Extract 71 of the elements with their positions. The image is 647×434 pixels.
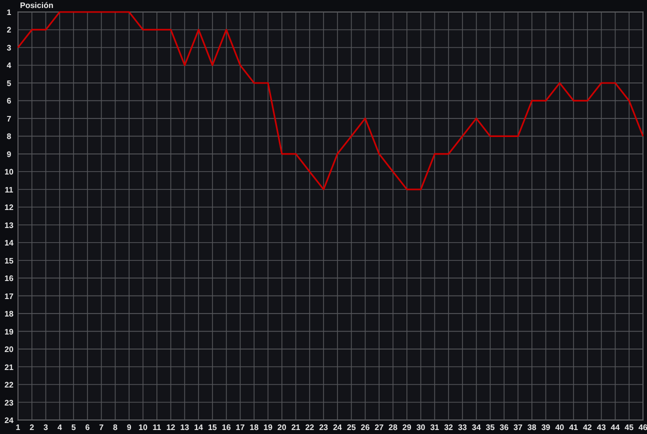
x-tick-label: 29 <box>402 423 412 432</box>
y-tick-label: 19 <box>4 327 14 336</box>
x-tick-label: 33 <box>458 423 467 432</box>
x-tick-label: 20 <box>277 423 286 432</box>
x-tick-label: 13 <box>180 423 190 432</box>
x-tick-label: 7 <box>99 423 104 432</box>
y-tick-label: 12 <box>4 203 14 212</box>
y-tick-label: 21 <box>4 362 14 372</box>
x-tick-label: 43 <box>596 423 606 432</box>
x-tick-label: 45 <box>624 423 634 432</box>
x-tick-label: 34 <box>472 423 481 432</box>
y-tick-label: 9 <box>6 150 12 159</box>
x-tick-label: 31 <box>430 423 440 432</box>
x-tick-label: 24 <box>333 423 342 432</box>
x-tick-label: 22 <box>305 423 314 432</box>
x-tick-label: 11 <box>152 423 162 432</box>
y-tick-label: 2 <box>6 26 12 35</box>
x-tick-label: 32 <box>444 423 453 432</box>
y-tick-label: 15 <box>4 256 14 266</box>
y-tick-label: 17 <box>4 292 14 301</box>
y-tick-label: 4 <box>6 61 12 70</box>
y-tick-label: 6 <box>6 96 12 106</box>
y-tick-label: 8 <box>6 132 12 142</box>
x-tick-label: 23 <box>319 423 328 432</box>
x-tick-label: 4 <box>57 423 62 432</box>
x-tick-label: 6 <box>85 423 90 432</box>
x-tick-label: 12 <box>166 423 176 432</box>
y-tick-label: 10 <box>4 168 14 177</box>
x-tick-label: 39 <box>541 423 550 432</box>
x-tick-label: 14 <box>194 423 203 432</box>
y-tick-label: 3 <box>6 43 12 52</box>
x-tick-label: 42 <box>583 423 592 432</box>
x-tick-label: 19 <box>264 423 272 432</box>
y-tick-label: 5 <box>6 78 12 88</box>
x-tick-label: 2 <box>30 423 34 432</box>
x-tick-label: 41 <box>569 423 578 432</box>
y-tick-label: 24 <box>4 416 14 425</box>
x-tick-label: 40 <box>555 423 564 432</box>
y-tick-label: 11 <box>4 185 14 194</box>
axis-title: Posición <box>20 1 54 10</box>
x-tick-label: 9 <box>126 423 132 432</box>
y-tick-label: 13 <box>4 220 14 230</box>
y-tick-label: 22 <box>4 380 14 390</box>
x-tick-label: 26 <box>360 423 370 432</box>
y-tick-label: 20 <box>4 345 14 354</box>
y-tick-label: 1 <box>6 8 12 17</box>
x-tick-label: 36 <box>500 423 509 432</box>
x-tick-label: 28 <box>388 423 398 432</box>
x-tick-label: 38 <box>527 423 536 432</box>
x-tick-label: 21 <box>291 423 300 432</box>
x-tick-label: 17 <box>236 423 245 432</box>
x-tick-label: 15 <box>208 423 217 432</box>
x-tick-label: 1 <box>16 423 20 432</box>
y-tick-label: 23 <box>4 398 14 408</box>
y-tick-label: 14 <box>4 238 14 248</box>
x-tick-label: 30 <box>416 423 426 432</box>
y-tick-label: 16 <box>4 274 14 284</box>
x-tick-label: 27 <box>374 423 384 432</box>
x-tick-label: 46 <box>638 423 647 432</box>
x-tick-label: 3 <box>44 423 48 432</box>
x-tick-label: 16 <box>222 423 231 432</box>
x-tick-label: 35 <box>486 423 495 432</box>
x-tick-label: 10 <box>138 423 148 432</box>
x-tick-label: 44 <box>610 423 620 432</box>
y-tick-label: 18 <box>4 310 14 319</box>
x-tick-label: 37 <box>514 423 522 432</box>
y-tick-label: 7 <box>6 114 12 124</box>
x-tick-label: 18 <box>250 423 259 432</box>
x-tick-label: 8 <box>113 423 118 432</box>
x-tick-label: 25 <box>346 423 356 432</box>
x-tick-label: 5 <box>71 423 76 432</box>
